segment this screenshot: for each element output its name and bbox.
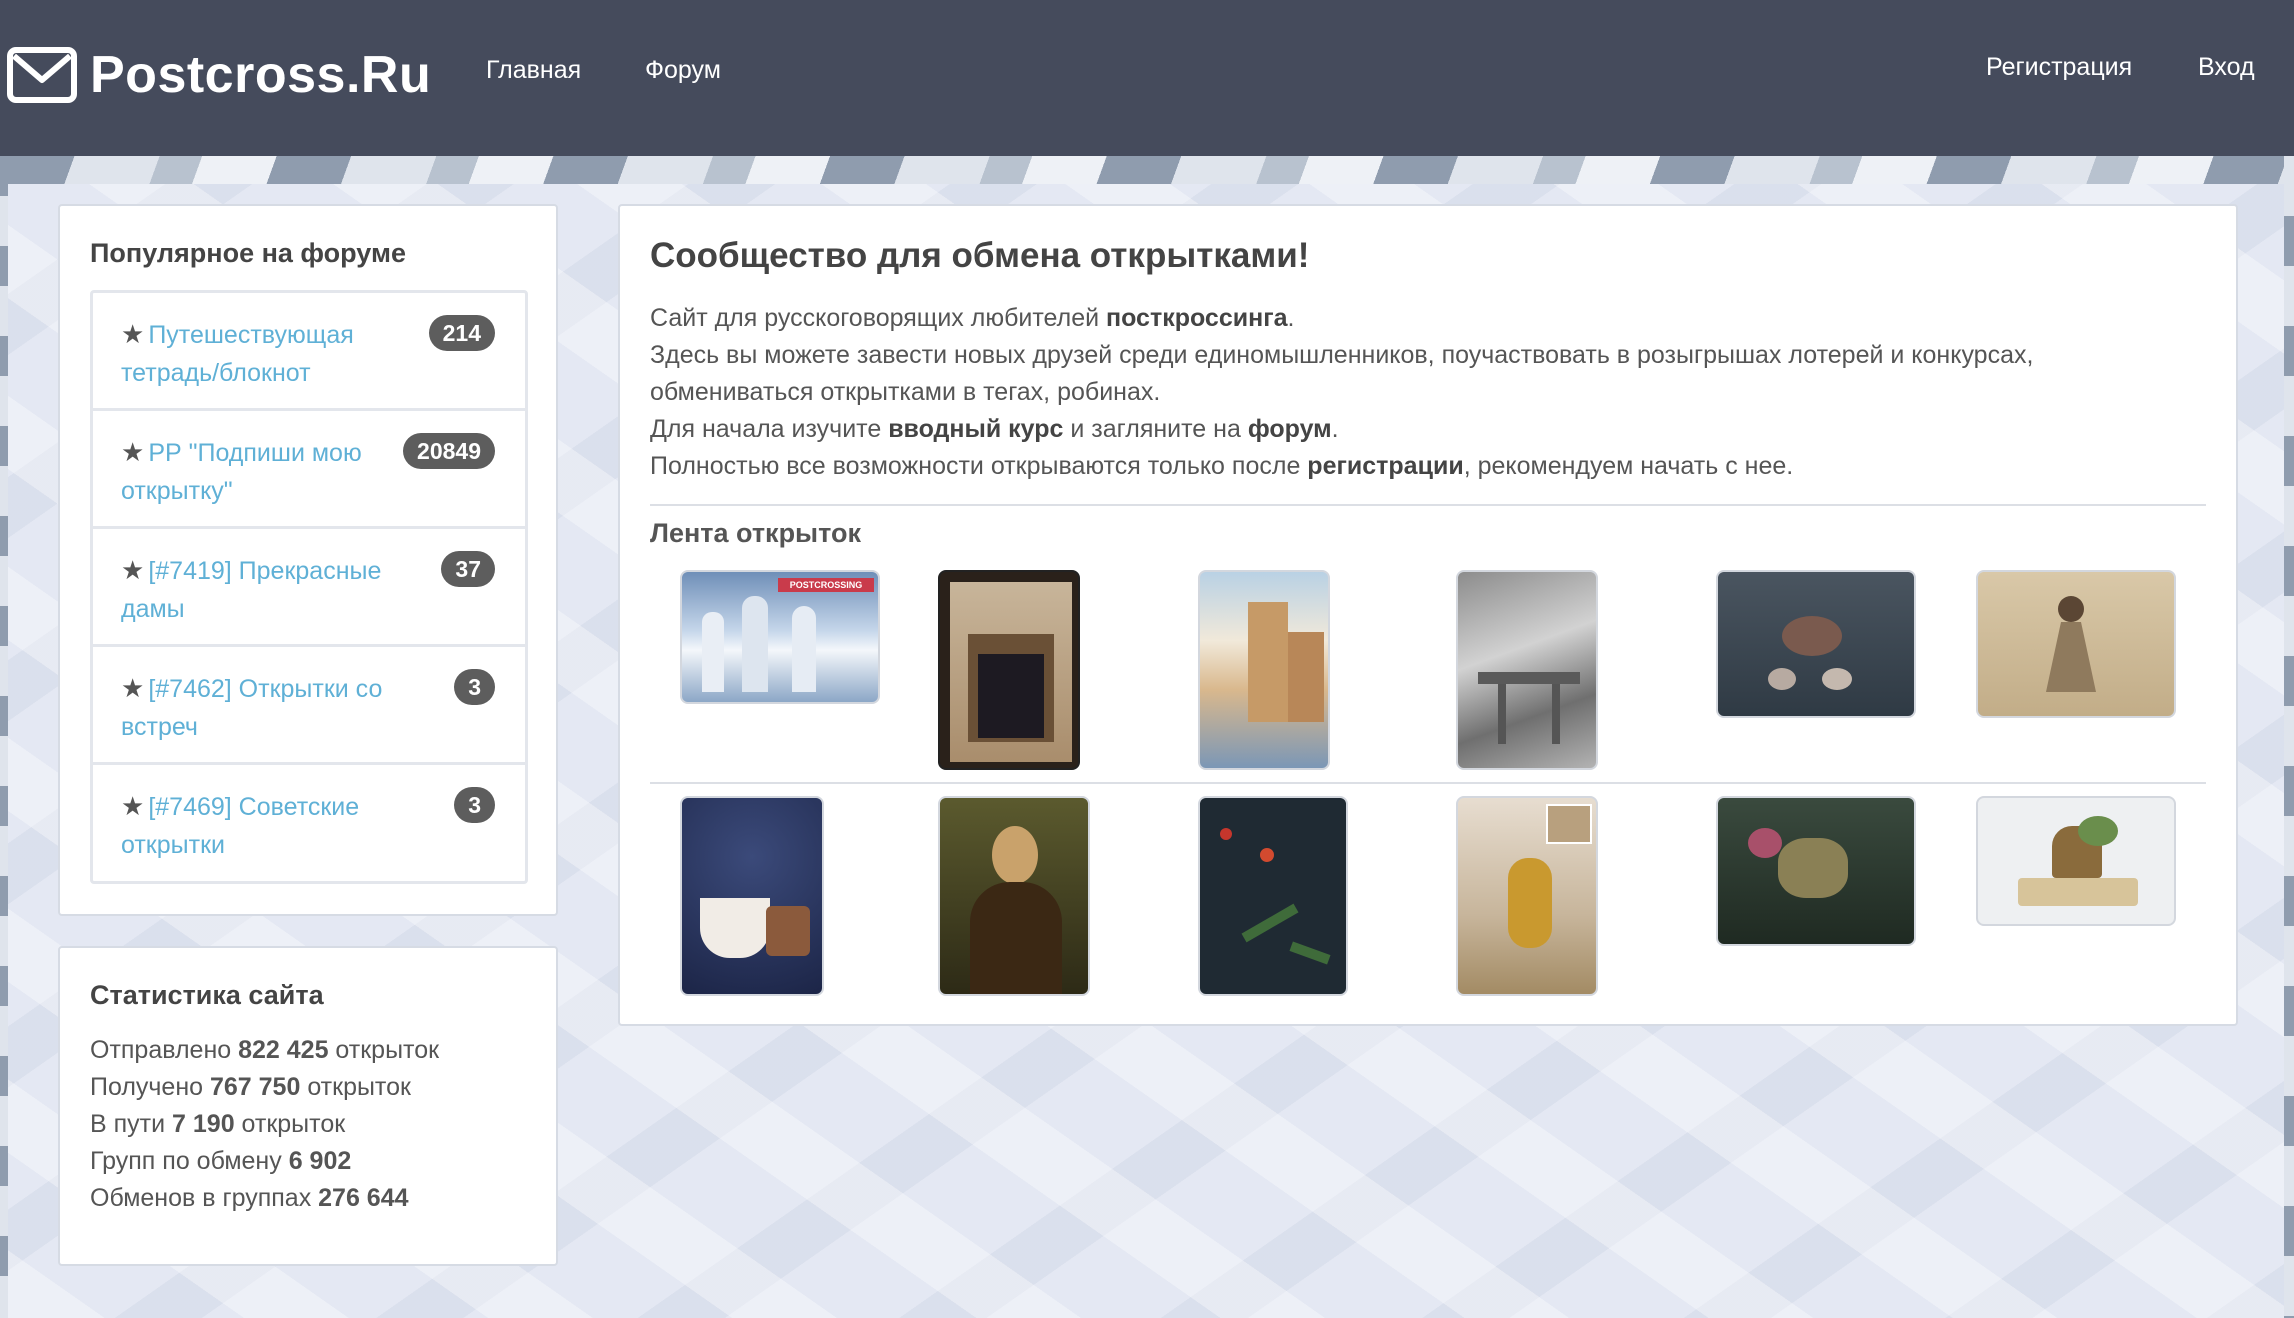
stats-row-sent: Отправлено 822 425 открыток (90, 1036, 440, 1064)
main-panel: Сообщество для обмена открытками! Сайт д… (618, 204, 2238, 1026)
nav-link-forum[interactable]: Форум (645, 56, 721, 85)
forum-topic-item[interactable]: ★ Путешествующая тетрадь/блокнот 214 (93, 293, 525, 411)
postcard-feed-title: Лента открыток (650, 518, 861, 548)
background-edge-right (2284, 156, 2294, 1318)
star-icon: ★ (121, 791, 145, 821)
nav-link-home[interactable]: Главная (486, 56, 581, 85)
brand-link[interactable]: Postcross.Ru (6, 44, 431, 106)
topic-count-badge: 3 (454, 669, 495, 705)
postcard-thumbnail-mona-lisa[interactable] (938, 796, 1090, 996)
forum-topic-link[interactable]: ★ Путешествующая тетрадь/блокнот (121, 319, 354, 387)
postcrossing-link[interactable]: посткроссинга (1106, 304, 1288, 332)
envelope-icon (7, 47, 77, 103)
background-strip (0, 156, 2294, 184)
forum-link[interactable]: форум (1248, 415, 1332, 443)
star-icon: ★ (121, 319, 145, 349)
postcard-thumbnail-seasons-greetings[interactable] (1198, 796, 1348, 996)
topic-count-badge: 3 (454, 787, 495, 823)
registration-link[interactable]: регистрации (1307, 452, 1463, 480)
intro-course-link[interactable]: вводный курс (888, 415, 1063, 443)
postcard-thumbnail-snowy-bridge[interactable] (1456, 570, 1598, 770)
postcard-thumbnail-dark-cats[interactable] (1716, 570, 1916, 718)
postcard-thumbnail-chandelier[interactable] (1456, 796, 1598, 996)
postcard-thumbnail-cocoa-cup[interactable] (680, 796, 824, 996)
postcard-thumbnail-vintage-girl[interactable] (1976, 570, 2176, 718)
postcard-thumbnail-book-deer[interactable] (1976, 796, 2176, 926)
star-icon: ★ (121, 437, 145, 467)
forum-topic-list: ★ Путешествующая тетрадь/блокнот 214 ★ РР … (90, 290, 528, 884)
stats-row-groups: Групп по обмену 6 902 (90, 1147, 352, 1175)
site-stats-title: Статистика сайта (90, 980, 324, 1010)
stats-list: Отправлено 822 425 открыток Получено 767… (90, 1032, 439, 1217)
nav-link-register[interactable]: Регистрация (1986, 53, 2132, 82)
section-divider (650, 504, 2206, 506)
star-icon: ★ (121, 673, 145, 703)
star-icon: ★ (121, 555, 145, 585)
intro-line-5: Полностью все возможности открываются то… (650, 452, 1794, 480)
postcrossing-stamp: POSTCROSSING (778, 578, 874, 592)
nav-link-login[interactable]: Вход (2198, 53, 2255, 82)
site-stats-panel: Статистика сайта Отправлено 822 425 откр… (58, 946, 558, 1266)
postcard-thumbnail-winter-forest[interactable]: POSTCROSSING (680, 570, 880, 704)
forum-topic-link[interactable]: ★ [#7462] Открытки со встреч (121, 673, 382, 741)
forum-topic-link[interactable]: ★ [#7419] Прекрасные дамы (121, 555, 381, 623)
page-title: Сообщество для обмена открытками! (650, 236, 1310, 275)
intro-line-3: обмениваться открытками в тегах, робинах… (650, 378, 1161, 406)
popular-forum-panel: Популярное на форуме ★ Путешествующая тет… (58, 204, 558, 916)
forum-topic-item[interactable]: ★ [#7462] Открытки со встреч 3 (93, 647, 525, 765)
forum-topic-link[interactable]: ★ РР "Подпиши мою открытку" (121, 437, 362, 505)
forum-topic-item[interactable]: ★ [#7419] Прекрасные дамы 37 (93, 529, 525, 647)
brand-name: Postcross.Ru (90, 46, 432, 104)
postcard-thumbnail-fireplace[interactable] (938, 570, 1080, 770)
postcard-thumbnail-watercolor-town[interactable] (1198, 570, 1330, 770)
popular-forum-title: Популярное на форуме (90, 238, 406, 268)
forum-topic-link[interactable]: ★ [#7469] Советские открытки (121, 791, 359, 859)
topic-count-badge: 20849 (403, 433, 495, 469)
forum-topic-item[interactable]: ★ РР "Подпиши мою открытку" 20849 (93, 411, 525, 529)
intro-line-4: Для начала изучите вводный курс и заглян… (650, 415, 1339, 443)
feed-row-divider (650, 782, 2206, 784)
navbar: Postcross.Ru Главная Форум Регистрация В… (0, 0, 2294, 156)
forum-topic-item[interactable]: ★ [#7469] Советские открытки 3 (93, 765, 525, 881)
topic-count-badge: 214 (428, 315, 495, 351)
topic-count-badge: 37 (441, 551, 495, 587)
stats-row-received: Получено 767 750 открыток (90, 1073, 411, 1101)
intro-line-2: Здесь вы можете завести новых друзей сре… (650, 341, 2034, 369)
intro-line-1: Сайт для русскоговорящих любителей постк… (650, 304, 1295, 332)
postcard-thumbnail-fairy-tale[interactable] (1716, 796, 1916, 946)
intro-text: Сайт для русскоговорящих любителей постк… (650, 300, 2220, 485)
background-edge-left (0, 156, 8, 1318)
stats-row-in-transit: В пути 7 190 открыток (90, 1110, 346, 1138)
stats-row-group-exchanges: Обменов в группах 276 644 (90, 1184, 409, 1212)
